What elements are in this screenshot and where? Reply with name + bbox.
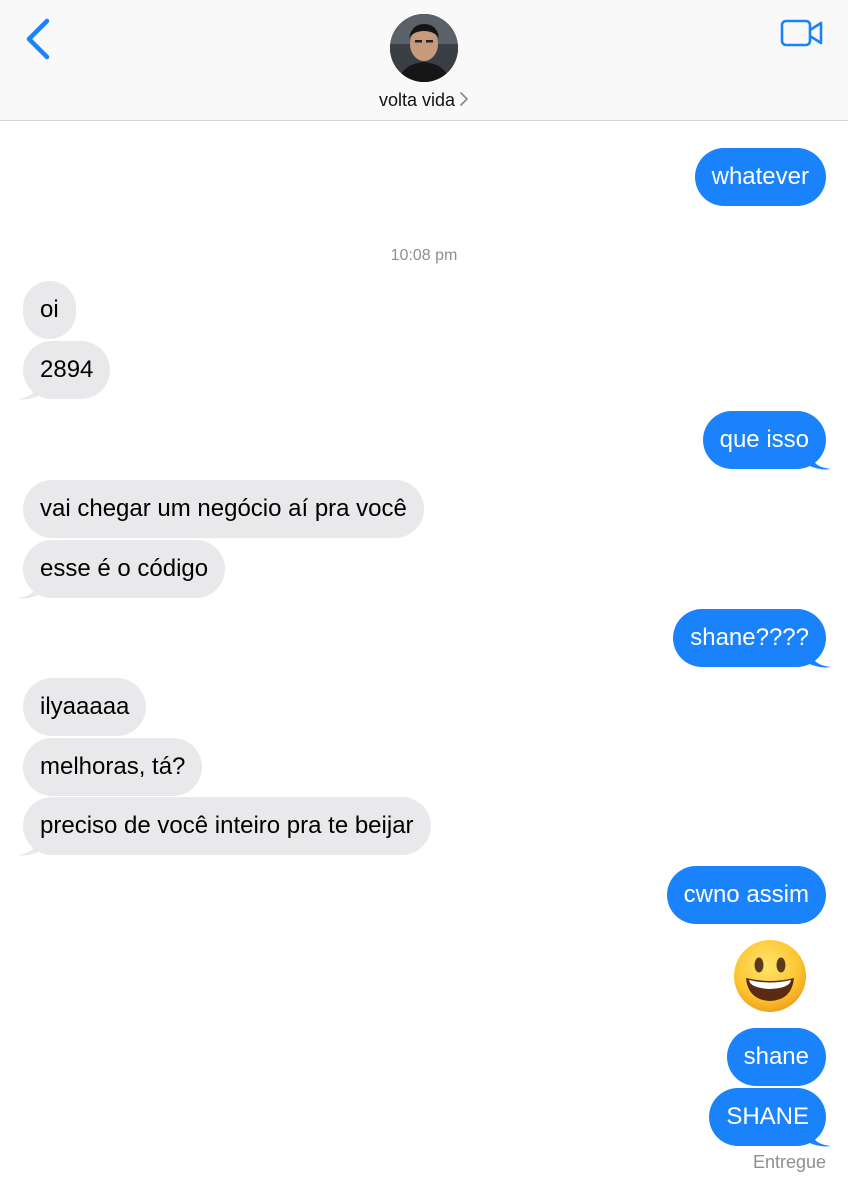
video-camera-icon <box>780 19 823 47</box>
grinning-face-emoji-icon[interactable] <box>732 938 808 1014</box>
facetime-video-button[interactable] <box>778 16 826 50</box>
incoming-message[interactable]: oi <box>23 281 76 339</box>
message-thread[interactable]: whatever 10:08 pm oi 2894 que isso vai c… <box>0 121 848 1200</box>
delivery-status: Entregue <box>752 1152 826 1172</box>
chevron-left-icon <box>26 18 50 60</box>
timestamp: 10:08 pm <box>390 247 458 264</box>
incoming-message[interactable]: ilyaaaaa <box>23 678 147 736</box>
outgoing-message[interactable]: cwno assim <box>666 866 826 924</box>
outgoing-bubble-tail <box>807 645 831 668</box>
incoming-message[interactable]: esse é o código <box>23 540 226 598</box>
contact-avatar[interactable] <box>390 14 458 82</box>
incoming-message[interactable]: vai chegar um negócio aí pra você <box>23 480 424 538</box>
incoming-bubble-tail <box>17 576 41 599</box>
contact-name: volta vida <box>378 90 456 110</box>
incoming-message[interactable]: melhoras, tá? <box>23 738 203 796</box>
incoming-bubble-tail <box>17 833 41 856</box>
outgoing-bubble-tail <box>807 447 831 470</box>
outgoing-message[interactable]: shane <box>726 1028 826 1086</box>
outgoing-message[interactable]: whatever <box>694 148 826 206</box>
outgoing-message[interactable]: shane???? <box>673 609 826 667</box>
incoming-message[interactable]: preciso de você inteiro pra te beijar <box>23 797 431 855</box>
avatar-photo <box>390 14 458 82</box>
chevron-right-icon <box>459 91 469 112</box>
incoming-bubble-tail <box>17 377 41 400</box>
back-button[interactable] <box>18 14 58 64</box>
conversation-header: volta vida <box>0 0 848 121</box>
contact-name-button[interactable]: volta vida <box>0 90 848 112</box>
outgoing-bubble-tail <box>807 1124 831 1147</box>
